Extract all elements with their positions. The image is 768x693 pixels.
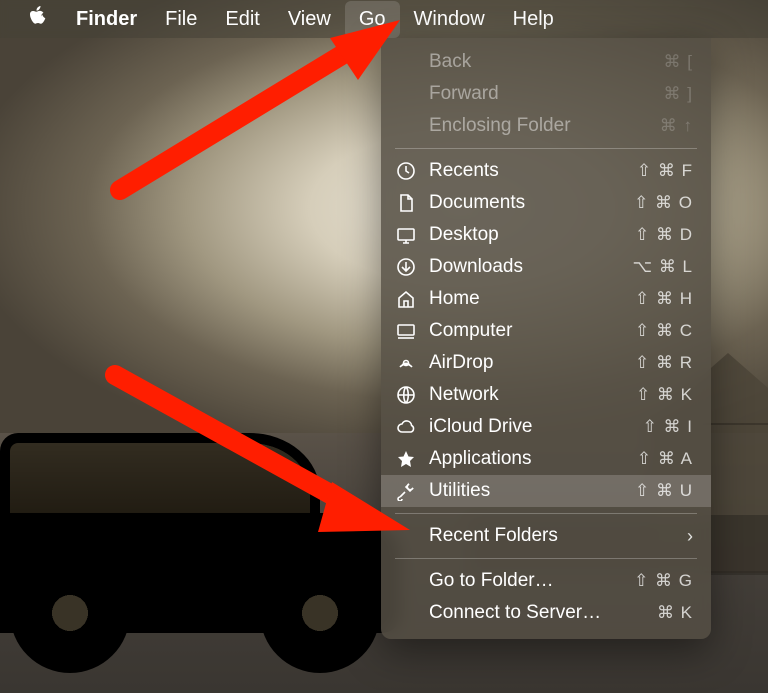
menu-item-label: Downloads (429, 256, 621, 278)
menu-item-computer[interactable]: Computer ⇧ ⌘ C (381, 315, 711, 347)
menu-item-label: Network (429, 384, 624, 406)
menu-item-shortcut: ⇧ ⌘ C (635, 321, 693, 341)
menu-item-shortcut: ⇧ ⌘ H (635, 289, 693, 309)
menu-bar: Finder FileEditViewGoWindowHelp (0, 0, 768, 38)
menubar-item-help[interactable]: Help (499, 1, 568, 38)
menu-item-shortcut: ⇧ ⌘ A (637, 449, 693, 469)
menu-item-label: Utilities (429, 480, 623, 502)
airdrop-icon (395, 353, 417, 373)
apps-icon (395, 449, 417, 469)
menu-item-airdrop[interactable]: AirDrop ⇧ ⌘ R (381, 347, 711, 379)
go-menu-dropdown: Back ⌘ [ Forward ⌘ ] Enclosing Folder ⌘ ↑ Rece… (381, 38, 711, 639)
menubar-item-window[interactable]: Window (400, 1, 499, 38)
menu-item-applications[interactable]: Applications ⇧ ⌘ A (381, 443, 711, 475)
desktop-wallpaper: Finder FileEditViewGoWindowHelp Back ⌘ [ F… (0, 0, 768, 693)
menu-item-shortcut: ⇧ ⌘ I (643, 417, 693, 437)
menu-item-label: Desktop (429, 224, 623, 246)
download-icon (395, 257, 417, 277)
menubar-app-name[interactable]: Finder (62, 1, 151, 38)
menu-item-network[interactable]: Network ⇧ ⌘ K (381, 379, 711, 411)
menu-item-shortcut: ⌘ ] (664, 84, 693, 104)
menu-item-label: Computer (429, 320, 623, 342)
menu-item-shortcut: ⇧ ⌘ O (634, 193, 693, 213)
menu-item-shortcut: ⌥ ⌘ L (633, 257, 694, 277)
menubar-item-go[interactable]: Go (345, 1, 400, 38)
apple-icon (28, 6, 48, 26)
menu-item-downloads[interactable]: Downloads ⌥ ⌘ L (381, 251, 711, 283)
menu-item-label: Recent Folders (429, 525, 675, 547)
menu-item-shortcut: ⇧ ⌘ F (637, 161, 693, 181)
menubar-item-edit[interactable]: Edit (211, 1, 273, 38)
menu-item-label: Back (429, 51, 652, 73)
menu-item-shortcut: ⇧ ⌘ G (634, 571, 693, 591)
annotation-arrow-go (100, 20, 400, 220)
clock-icon (395, 161, 417, 181)
menu-item-enclosing-folder: Enclosing Folder ⌘ ↑ (381, 110, 711, 142)
menu-item-shortcut: ⇧ ⌘ D (635, 225, 693, 245)
cloud-icon (395, 417, 417, 437)
menu-item-label: Connect to Server… (429, 602, 645, 624)
network-icon (395, 385, 417, 405)
menu-item-icloud-drive[interactable]: iCloud Drive ⇧ ⌘ I (381, 411, 711, 443)
menu-item-shortcut: ⌘ K (657, 603, 693, 623)
menu-item-utilities[interactable]: Utilities ⇧ ⌘ U (381, 475, 711, 507)
menu-item-label: Documents (429, 192, 622, 214)
menu-item-shortcut: ⇧ ⌘ K (636, 385, 693, 405)
menu-item-shortcut: ⇧ ⌘ U (635, 481, 693, 501)
menu-item-label: Recents (429, 160, 625, 182)
computer-icon (395, 321, 417, 341)
chevron-right-icon: › (687, 526, 693, 547)
menu-item-connect-to-server[interactable]: Connect to Server… ⌘ K (381, 597, 711, 629)
menubar-item-view[interactable]: View (274, 1, 345, 38)
menu-item-label: Home (429, 288, 623, 310)
menu-item-back: Back ⌘ [ (381, 46, 711, 78)
menu-item-documents[interactable]: Documents ⇧ ⌘ O (381, 187, 711, 219)
menu-item-label: Go to Folder… (429, 570, 622, 592)
menu-item-forward: Forward ⌘ ] (381, 78, 711, 110)
menu-item-label: Enclosing Folder (429, 115, 648, 137)
menu-item-label: AirDrop (429, 352, 623, 374)
menu-item-label: Applications (429, 448, 625, 470)
home-icon (395, 289, 417, 309)
menu-item-go-to-folder[interactable]: Go to Folder… ⇧ ⌘ G (381, 565, 711, 597)
desktop-icon (395, 225, 417, 245)
tools-icon (395, 481, 417, 501)
document-icon (395, 193, 417, 213)
menu-item-home[interactable]: Home ⇧ ⌘ H (381, 283, 711, 315)
menu-item-label: Forward (429, 83, 652, 105)
menu-item-recent-folders[interactable]: Recent Folders › (381, 520, 711, 552)
menu-item-desktop[interactable]: Desktop ⇧ ⌘ D (381, 219, 711, 251)
wallpaper-car (0, 413, 400, 673)
menu-item-recents[interactable]: Recents ⇧ ⌘ F (381, 155, 711, 187)
apple-menu[interactable] (14, 0, 62, 39)
menubar-item-file[interactable]: File (151, 1, 211, 38)
menu-item-shortcut: ⌘ ↑ (660, 116, 693, 136)
menu-item-shortcut: ⇧ ⌘ R (635, 353, 693, 373)
menu-item-shortcut: ⌘ [ (664, 52, 693, 72)
menu-item-label: iCloud Drive (429, 416, 631, 438)
